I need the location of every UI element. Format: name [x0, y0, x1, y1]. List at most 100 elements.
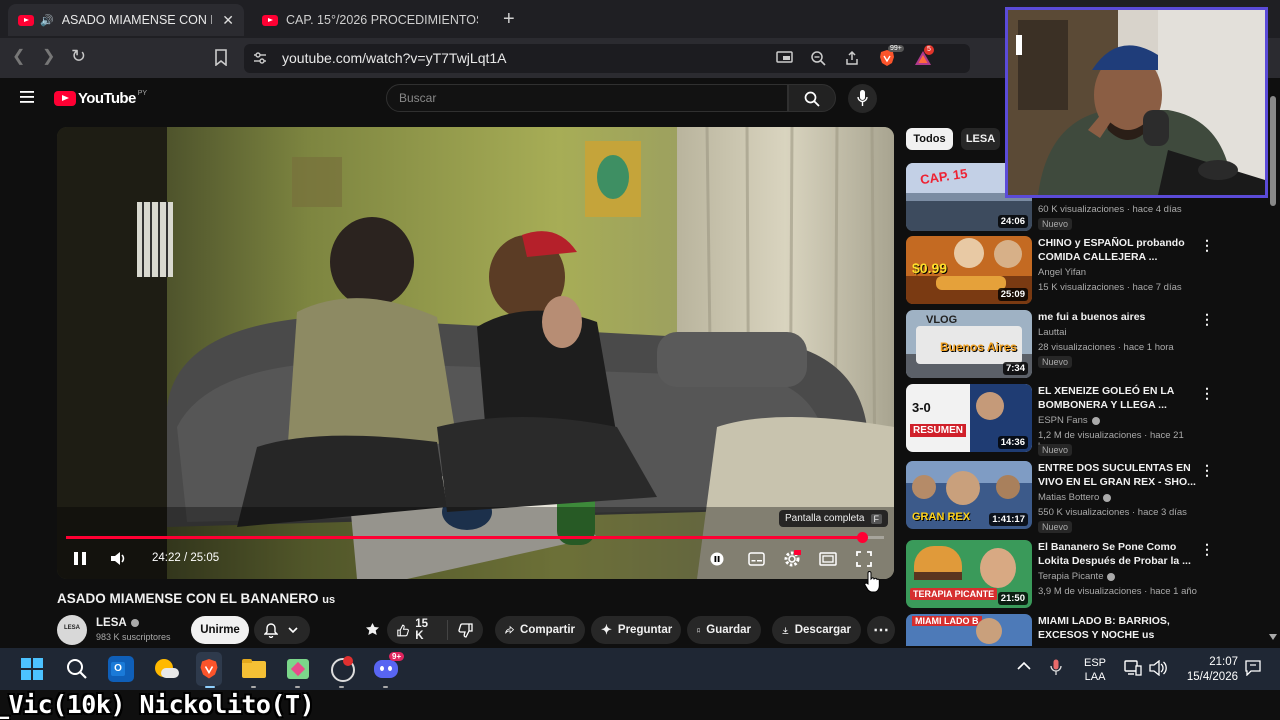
brave-taskbar-icon[interactable]: [196, 652, 222, 686]
video-title[interactable]: CHINO y ESPAÑOL probando COMIDA CALLEJER…: [1038, 236, 1198, 264]
scrollbar-thumb[interactable]: [1270, 96, 1276, 206]
video-thumbnail[interactable]: VLOG Buenos Aires 7:34: [906, 310, 1032, 378]
windows-logo-icon: [21, 658, 43, 680]
recommendation-item[interactable]: $0.99 25:09 CHINO y ESPAÑOL probando COM…: [906, 236, 1214, 306]
join-button[interactable]: Unirme: [191, 616, 249, 644]
video-title[interactable]: El Bananero Se Pone Como Lokita Después …: [1038, 540, 1198, 568]
fullscreen-button[interactable]: [856, 551, 872, 567]
subtitles-button[interactable]: [748, 552, 765, 566]
channel-name-text: Matias Bottero: [1038, 492, 1100, 503]
site-settings-icon[interactable]: [253, 51, 267, 65]
brave-badge: 99+: [888, 45, 904, 52]
reload-icon[interactable]: ↻: [71, 47, 86, 65]
tab-inactive[interactable]: CAP. 15°/2026 PROCEDIMIENTOS PO: [252, 4, 488, 36]
more-vertical-icon[interactable]: ⋮: [1200, 463, 1214, 477]
recommendation-item[interactable]: MIAMI LADO B MIAMI LADO B: BARRIOS, EXCE…: [906, 614, 1206, 646]
close-tab-icon[interactable]: ✕: [222, 12, 234, 29]
video-title[interactable]: me fui a buenos aires: [1038, 310, 1198, 324]
brave-shields-icon[interactable]: 99+: [878, 45, 904, 67]
video-thumbnail[interactable]: $0.99 25:09: [906, 236, 1032, 304]
channel-name[interactable]: ESPN Fans: [1038, 415, 1100, 426]
back-icon[interactable]: ❮: [12, 49, 25, 65]
youtube-logo[interactable]: YouTube PY: [54, 90, 147, 107]
dislike-button[interactable]: [448, 622, 483, 638]
chip-lesa[interactable]: LESA: [961, 128, 1000, 150]
theater-mode-button[interactable]: [819, 552, 837, 566]
more-vertical-icon[interactable]: ⋮: [1200, 542, 1214, 556]
clip-icon[interactable]: [364, 622, 381, 639]
url-text[interactable]: youtube.com/watch?v=yT7TwjLqt1A: [282, 50, 507, 66]
notifications-button[interactable]: [254, 616, 310, 644]
share-button[interactable]: Compartir: [495, 616, 585, 644]
volume-tray-icon[interactable]: [1149, 660, 1167, 676]
address-bar[interactable]: youtube.com/watch?v=yT7TwjLqt1A 99+ 5: [244, 44, 970, 73]
video-title[interactable]: MIAMI LADO B: BARRIOS, EXCESOS Y NOCHE u…: [1038, 614, 1198, 642]
channel-name[interactable]: Terapia Picante: [1038, 571, 1116, 582]
scroll-down-arrow-icon[interactable]: [1269, 634, 1277, 640]
thumbnail-text: Buenos Aires: [940, 340, 1017, 354]
like-button[interactable]: 15 K: [387, 618, 448, 642]
more-vertical-icon[interactable]: ⋮: [1200, 616, 1206, 630]
more-vertical-icon[interactable]: ⋮: [1200, 386, 1214, 400]
channel-name-text: LESA: [96, 617, 127, 629]
voice-search-button[interactable]: [848, 84, 877, 113]
verified-icon: [130, 619, 139, 627]
cast-icon[interactable]: [776, 50, 793, 65]
microphone-in-use-icon[interactable]: [1050, 659, 1062, 676]
more-vertical-icon[interactable]: ⋮: [1200, 238, 1214, 252]
clock[interactable]: 21:07 15/4/2026: [1178, 655, 1238, 685]
weather-icon[interactable]: [153, 656, 179, 682]
video-title[interactable]: EL XENEIZE GOLEÓ EN LA BOMBONERA Y LLEGA…: [1038, 384, 1198, 412]
channel-name[interactable]: Lauttai: [1038, 327, 1067, 338]
channel-avatar[interactable]: LESA: [57, 615, 87, 645]
show-hidden-icons[interactable]: [1017, 661, 1031, 670]
recommendation-item[interactable]: VLOG Buenos Aires 7:34 me fui a buenos a…: [906, 310, 1214, 380]
menu-icon[interactable]: [20, 91, 34, 103]
forward-icon[interactable]: ❯: [42, 49, 55, 65]
record-app-icon[interactable]: [329, 656, 355, 682]
speaker-icon[interactable]: 🔊: [40, 14, 54, 27]
video-thumbnail[interactable]: GRAN REX 1:41:17: [906, 461, 1032, 529]
save-button[interactable]: Guardar: [687, 616, 761, 644]
video-title[interactable]: ENTRE DOS SUCULENTAS EN VIVO EN EL GRAN …: [1038, 461, 1198, 489]
video-thumbnail[interactable]: MIAMI LADO B: [906, 614, 1032, 646]
outlook-icon[interactable]: O: [108, 656, 134, 682]
progress-scrubber[interactable]: [856, 532, 868, 543]
discord-icon[interactable]: 9+: [373, 652, 405, 682]
video-player[interactable]: Pantalla completa F 24:22 / 25:05: [57, 127, 894, 579]
start-button[interactable]: [21, 658, 43, 680]
channel-name[interactable]: Angel Yifan: [1038, 267, 1086, 278]
channel-name[interactable]: Matias Bottero: [1038, 492, 1112, 503]
recommendation-item[interactable]: TERAPIA PICANTE 21:50 El Bananero Se Pon…: [906, 540, 1214, 610]
network-icon[interactable]: [1124, 660, 1142, 676]
more-vertical-icon[interactable]: ⋮: [1200, 312, 1214, 326]
taskbar-search-button[interactable]: [66, 658, 88, 680]
tab-active[interactable]: 🔊 ASADO MIAMENSE CON EL B ✕: [8, 4, 244, 36]
scrollbar[interactable]: [1268, 80, 1278, 646]
chip-todos[interactable]: Todos: [906, 128, 953, 150]
search-button[interactable]: [788, 84, 836, 112]
bookmark-icon[interactable]: [214, 49, 228, 66]
input-language[interactable]: ESP LAA: [1084, 656, 1106, 684]
zoom-icon[interactable]: [810, 50, 826, 66]
progress-bar[interactable]: [66, 532, 884, 543]
spreadsheet-app-icon[interactable]: [285, 656, 311, 682]
recommendation-item[interactable]: GRAN REX 1:41:17 ENTRE DOS SUCULENTAS EN…: [906, 461, 1214, 533]
pause-button[interactable]: [73, 551, 87, 566]
volume-button[interactable]: [110, 551, 128, 566]
ask-button[interactable]: ✦ Preguntar: [591, 616, 681, 644]
recommendation-item[interactable]: 3-0 RESUMEN 14:36 EL XENEIZE GOLEÓ EN LA…: [906, 384, 1214, 456]
video-thumbnail[interactable]: 3-0 RESUMEN 14:36: [906, 384, 1032, 452]
file-explorer-icon[interactable]: [241, 656, 267, 682]
video-thumbnail[interactable]: TERAPIA PICANTE 21:50: [906, 540, 1032, 608]
new-tab-button[interactable]: +: [503, 8, 515, 31]
search-input[interactable]: Buscar: [386, 84, 788, 112]
brave-rewards-icon[interactable]: 5: [914, 45, 934, 66]
notifications-center-icon[interactable]: [1245, 660, 1261, 676]
settings-button[interactable]: [783, 550, 801, 568]
share-page-icon[interactable]: [844, 50, 860, 66]
more-actions-button[interactable]: ⋯: [867, 616, 895, 644]
autoplay-toggle[interactable]: [710, 552, 724, 566]
download-button[interactable]: Descargar: [772, 616, 861, 644]
channel-name[interactable]: LESA: [96, 617, 139, 629]
